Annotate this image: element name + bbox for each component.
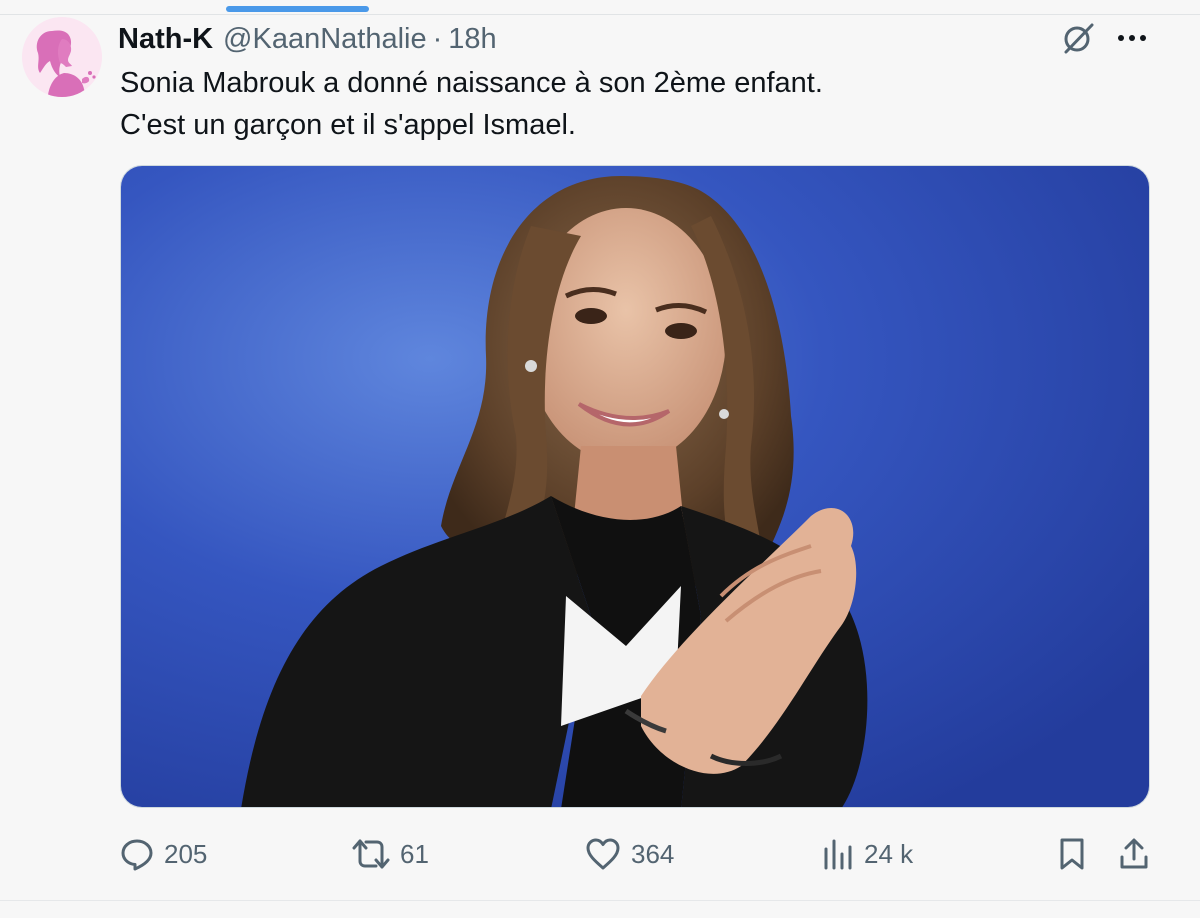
grok-icon-glyph bbox=[1064, 23, 1094, 54]
reply-count: 205 bbox=[164, 838, 208, 869]
share-button[interactable] bbox=[1114, 832, 1154, 876]
tweet-text: Sonia Mabrouk a donné naissance à son 2è… bbox=[120, 62, 1150, 146]
tweet-photo[interactable] bbox=[120, 165, 1150, 808]
tweet-line-2: C'est un garçon et il s'appel Ismael. bbox=[120, 109, 576, 141]
tab-indicator bbox=[226, 6, 369, 12]
more-dots-glyph bbox=[1118, 35, 1146, 41]
like-count: 364 bbox=[631, 838, 675, 869]
views-button[interactable]: 24 k bbox=[822, 832, 913, 876]
retweet-count: 61 bbox=[400, 838, 429, 869]
timestamp[interactable]: 18h bbox=[448, 23, 496, 56]
more-options-icon[interactable] bbox=[1110, 18, 1154, 58]
author-handle[interactable]: @KaanNathalie bbox=[223, 23, 427, 56]
heart-icon bbox=[586, 838, 620, 870]
retweet-icon bbox=[352, 839, 390, 869]
share-icon bbox=[1120, 838, 1148, 869]
top-divider bbox=[0, 14, 1200, 15]
analytics-icon bbox=[824, 839, 852, 870]
tweet-line-1: Sonia Mabrouk a donné naissance à son 2è… bbox=[120, 67, 823, 99]
bookmark-icon bbox=[1060, 838, 1084, 870]
retweet-button[interactable]: 61 bbox=[352, 832, 429, 876]
reply-button[interactable]: 205 bbox=[120, 832, 207, 876]
like-button[interactable]: 364 bbox=[585, 832, 674, 876]
woman-silhouette-avatar-icon bbox=[22, 17, 102, 97]
tweet-header: Nath-K @KaanNathalie · 18h bbox=[118, 19, 497, 59]
bottom-divider bbox=[0, 900, 1200, 901]
reply-icon bbox=[121, 839, 153, 871]
author-name[interactable]: Nath-K bbox=[118, 23, 213, 56]
avatar[interactable] bbox=[22, 17, 102, 97]
portrait-photo bbox=[121, 166, 1149, 807]
grok-icon[interactable] bbox=[1056, 18, 1100, 58]
bookmark-button[interactable] bbox=[1052, 832, 1092, 876]
header-separator: · bbox=[432, 22, 443, 55]
views-count: 24 k bbox=[864, 838, 914, 869]
